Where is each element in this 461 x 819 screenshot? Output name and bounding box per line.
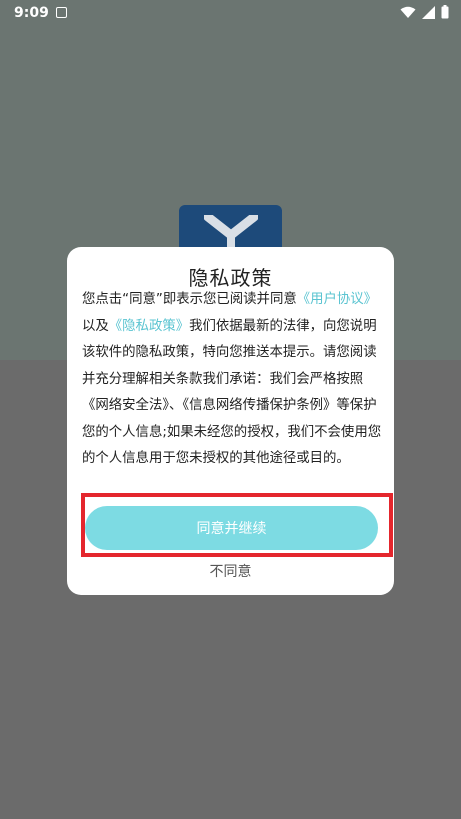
body-text-main: 我们依据最新的法律，向您说明该软件的隐私政策，特向您推送本提示。请您阅读并充分理… [82, 318, 382, 467]
signal-icon [422, 5, 435, 19]
user-agreement-link[interactable]: 《用户协议》 [297, 292, 377, 307]
status-time: 9:09 [14, 5, 49, 21]
privacy-policy-link[interactable]: 《隐私政策》 [109, 319, 189, 334]
body-text-and: 以及 [82, 318, 109, 334]
battery-icon [441, 5, 449, 19]
agree-and-continue-button[interactable]: 同意并继续 [85, 506, 378, 550]
disagree-button[interactable]: 不同意 [67, 561, 394, 581]
status-bar: 9:09 [0, 0, 461, 26]
notification-icon [56, 7, 67, 18]
dialog-body: 您点击“同意”即表示您已阅读并同意《用户协议》以及《隐私政策》我们依据最新的法律… [82, 287, 382, 473]
privacy-dialog: 隐私政策 您点击“同意”即表示您已阅读并同意《用户协议》以及《隐私政策》我们依据… [67, 247, 394, 595]
wifi-icon [400, 6, 416, 18]
body-text-intro: 您点击“同意”即表示您已阅读并同意 [82, 292, 297, 307]
status-icons [400, 5, 449, 19]
